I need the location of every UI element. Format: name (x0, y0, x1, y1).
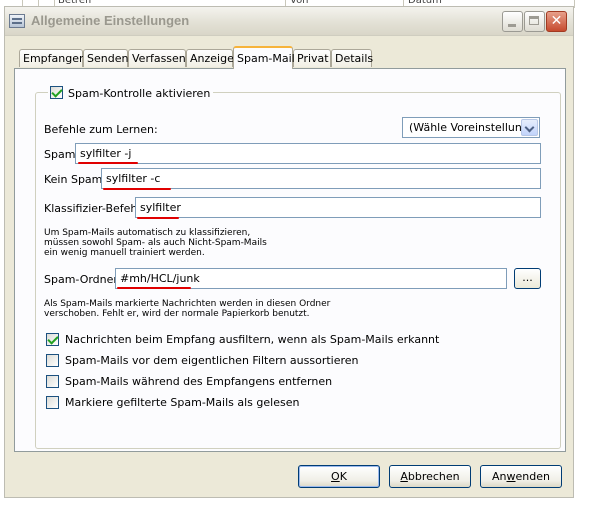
mark-as-read-checkbox[interactable] (46, 396, 59, 409)
mark-as-read-label[interactable]: Markiere gefilterte Spam-Mails als geles… (65, 396, 299, 410)
apply-label-pre: An (492, 470, 507, 483)
nospam-command-label: Kein Spam (44, 173, 103, 186)
close-button[interactable]: ✕ (546, 11, 567, 32)
annotation-underline-spam (78, 162, 138, 164)
browse-folder-button[interactable]: ... (514, 268, 541, 289)
cancel-button[interactable]: Abbrechen (389, 465, 471, 488)
classify-command-input[interactable]: sylfilter (135, 197, 541, 218)
spam-control-legend: Spam-Kontrolle aktivieren (48, 84, 214, 100)
tab-verfassen[interactable]: Verfassen (128, 49, 186, 67)
annotation-underline-nospam (103, 188, 171, 190)
sort-before-filter-label[interactable]: Spam-Mails vor dem eigentlichen Filtern … (65, 354, 359, 368)
annotation-underline-folder (117, 287, 191, 289)
tab-senden[interactable]: Senden (83, 49, 128, 67)
window-title: Allgemeine Einstellungen (31, 13, 190, 28)
minimize-button[interactable] (502, 11, 523, 32)
preset-select-value: (Wähle Voreinstellung) (409, 121, 534, 134)
annotation-underline-classify (137, 217, 179, 219)
window-icon (9, 14, 25, 28)
ok-button[interactable]: OK (298, 465, 380, 488)
learn-commands-label: Befehle zum Lernen: (44, 123, 158, 136)
tab-anzeige[interactable]: Anzeige (186, 49, 234, 67)
apply-mnemonic: w (506, 470, 516, 483)
cancel-label-rest: bbrechen (407, 470, 460, 483)
spam-folder-input[interactable]: #mh/HCL/junk (115, 268, 507, 289)
cancel-mnemonic: A (400, 470, 408, 483)
spam-mail-tab-page: Spam-Kontrolle aktivieren Befehle zum Le… (14, 68, 566, 452)
remove-on-receive-label[interactable]: Spam-Mails während des Empfangens entfer… (65, 375, 332, 389)
ok-mnemonic: O (331, 470, 340, 483)
spam-command-input[interactable]: sylfilter -j (75, 143, 541, 164)
nospam-command-input[interactable]: sylfilter -c (101, 168, 541, 189)
preferences-dialog: Allgemeine Einstellungen ✕ Empfangen Sen… (4, 6, 574, 498)
maximize-button[interactable] (524, 11, 545, 32)
filter-on-receive-label[interactable]: Nachrichten beim Empfang ausfiltern, wen… (65, 333, 439, 347)
enable-spam-control-label[interactable]: Spam-Kontrolle aktivieren (68, 87, 210, 100)
spam-command-label: Spam (44, 148, 76, 161)
classify-command-label: Klassifizier-Befehl (44, 202, 141, 215)
ok-label-rest: K (339, 470, 347, 483)
chevron-down-icon[interactable] (521, 119, 538, 136)
folder-hint-line2: verschoben. Fehlt er, wird der normale P… (44, 309, 310, 319)
preset-select[interactable]: (Wähle Voreinstellung) (402, 117, 540, 138)
sort-before-filter-checkbox[interactable] (46, 354, 59, 367)
tab-empfangen[interactable]: Empfangen (19, 49, 86, 67)
remove-on-receive-checkbox[interactable] (46, 375, 59, 388)
enable-spam-control-checkbox[interactable] (50, 86, 63, 99)
close-icon: ✕ (550, 13, 563, 29)
apply-label-post: enden (515, 470, 550, 483)
apply-button[interactable]: Anwenden (480, 465, 562, 488)
tab-spam-mail[interactable]: Spam-Mail (233, 46, 295, 69)
training-hint-line3: ein wenig manuell trainiert werden. (44, 248, 205, 258)
filter-on-receive-checkbox[interactable] (46, 333, 59, 346)
spam-folder-label: Spam-Ordner (44, 273, 118, 286)
title-bar[interactable]: Allgemeine Einstellungen ✕ (5, 7, 573, 36)
tab-privat[interactable]: Privat (293, 49, 331, 67)
tab-details[interactable]: Details (331, 49, 373, 67)
